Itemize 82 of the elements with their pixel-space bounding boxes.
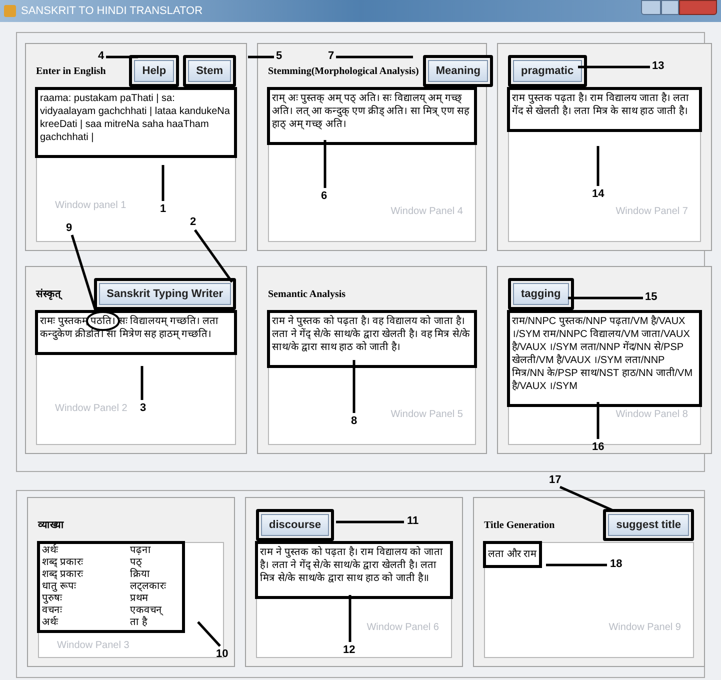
callout-number: 4 <box>98 50 104 62</box>
value-cell-text: पढ़ना <box>130 545 152 557</box>
panel-caption: Window Panel 9 <box>608 621 681 635</box>
output-text: राम ने पुस्तक को पढ़ता है। राम विद्यालय को जाता है। लता ने गेंद् से/के साथ/के द्वारा खेलती है। लता मित्र से/के साथ/के द्वारा साथ हाठ को जाती है॥ <box>257 543 451 597</box>
callout-number: 5 <box>276 50 282 62</box>
app-icon <box>4 5 16 17</box>
leader-line <box>162 165 164 201</box>
panel-label: Stemming(Morphological Analysis) <box>268 64 419 78</box>
callout-number: 3 <box>140 402 146 414</box>
panel-button[interactable]: Stem <box>183 54 236 88</box>
panel-button[interactable]: discourse <box>256 508 334 542</box>
leader-line <box>596 402 600 439</box>
panel-label: Semantic Analysis <box>268 288 346 302</box>
leader-line <box>560 486 612 512</box>
leader-line <box>546 564 607 566</box>
leader-line <box>197 621 221 647</box>
callout-number: 13 <box>652 60 664 72</box>
value-cell-text: प्रथम <box>130 593 150 605</box>
callout-number: 6 <box>321 190 328 202</box>
leader-line <box>336 520 404 524</box>
leader-line <box>106 56 138 58</box>
leader-line <box>140 366 144 400</box>
value-cell-text: एकवचन् <box>130 605 164 616</box>
close-button[interactable] <box>679 0 717 15</box>
callout-number: 9 <box>66 222 72 234</box>
panel-label: Title Generation <box>484 518 555 532</box>
callout-number: 15 <box>645 291 658 303</box>
callout-number: 14 <box>592 188 604 200</box>
callout-number: 7 <box>328 50 334 62</box>
panel-button[interactable]: tagging <box>508 278 574 310</box>
panel-button[interactable]: Help <box>129 54 180 88</box>
window-title: SANSKRIT TO HINDI TRANSLATOR <box>21 4 203 19</box>
output-text: राम ने पुस्तक को पढ़ता है। वह विद्यालय को जाता है। लता ने गेंद् से/के साथ/के द्वारा खेलती है। वह मित्र से/के साथ/के द्वारा साथ हाठ को जाती है। <box>269 312 475 366</box>
value-cell-text: ता है <box>130 617 148 629</box>
callout-number: 17 <box>549 474 562 486</box>
term-cell-text: वचनः <box>42 605 62 616</box>
maximize-button[interactable] <box>661 0 679 15</box>
leader-line <box>352 360 356 413</box>
panel-caption: Window Panel 5 <box>390 408 463 422</box>
panel-caption: Window Panel 8 <box>616 408 688 422</box>
value-cell-text: क्रिया <box>130 569 151 581</box>
callout-number: 8 <box>351 415 358 427</box>
panel-caption: Window Panel 3 <box>57 639 130 653</box>
callout-number: 18 <box>610 558 622 570</box>
panel-button[interactable]: Sanskrit Typing Writer <box>94 278 236 310</box>
callout-number: 10 <box>216 648 228 660</box>
panel-caption: Window panel 1 <box>55 199 126 213</box>
panel-label: Enter in English <box>36 64 106 78</box>
value-cell-text: लट्लकारः <box>130 581 168 593</box>
callout-number: 11 <box>407 515 419 527</box>
term-cell: धातु रूपः <box>42 581 76 593</box>
term-cell: शब्द् प्रकारः <box>42 569 83 581</box>
panel-button[interactable]: pragmatic <box>508 54 587 88</box>
leader-line <box>194 229 234 283</box>
panel-button[interactable]: suggest title <box>603 508 694 542</box>
value-cell-text: पठ् <box>130 557 143 568</box>
panel-caption: Window Panel 2 <box>55 402 128 416</box>
leader-line <box>348 595 352 642</box>
term-cell: शब्द् प्रकारः <box>42 557 83 569</box>
leader-line <box>578 66 650 68</box>
output-text: राम पुस्तक पढ़ता है। राम विद्यालय जाता है। लता गेंद से खेलती है। लता मित्र के साथ हाठ जाती है। <box>509 89 700 130</box>
panel-caption: Window Panel 7 <box>616 205 688 219</box>
callout-number: 16 <box>592 441 604 453</box>
leader-line <box>596 146 600 186</box>
panel-button[interactable]: Meaning <box>422 54 494 88</box>
term-cell: पुरुषः <box>42 593 62 605</box>
callout-number: 1 <box>160 203 166 215</box>
panel-caption: Window Panel 4 <box>390 205 463 219</box>
output-text: राम/NNPC पुस्तक/NNP पढ़ता/VM है/VAUX ।/SYM राम/NNPC विद्यालय/VM जाता/VAUX है/VAUX ।/SYM लता/NNP गेंद/NN से/PSP खेलती/VM है/VAUX ।/SYM लता/NNP मित्र/NN के/PSP साथ/NST हाठ/NN जाती/VM है/VAUX ।/SYM <box>509 312 700 405</box>
output-text: लता और राम <box>485 543 540 566</box>
minimize-button[interactable] <box>641 0 661 15</box>
panel-label: व्याख्या <box>38 518 64 532</box>
callout-number: 2 <box>190 216 196 228</box>
panel-caption: Window Panel 6 <box>366 621 439 635</box>
term-cell: अर्थः <box>42 617 58 629</box>
leader-line <box>324 140 326 188</box>
output-text: raama: pustakam paThati | sa: vidyaalayam gachchhati | lataa kandukeNa kreeDati | saa mitreNa saha haaTham gachchhati | <box>37 89 235 156</box>
leader-line <box>248 56 274 58</box>
callout-number: 12 <box>343 644 356 656</box>
term-cell: अर्थः <box>42 545 58 557</box>
output-text: राम् अः पुस्तक् अम् पठ् अति। सः विद्यालय् अम् गच्छ् अति। लत् आ कन्दुक् एण क्रीड् अति। सा मित्र् एण सह हाठ् अम् गच्छ् अति। <box>269 89 475 143</box>
panel-label: संस्कृत् <box>36 288 61 302</box>
